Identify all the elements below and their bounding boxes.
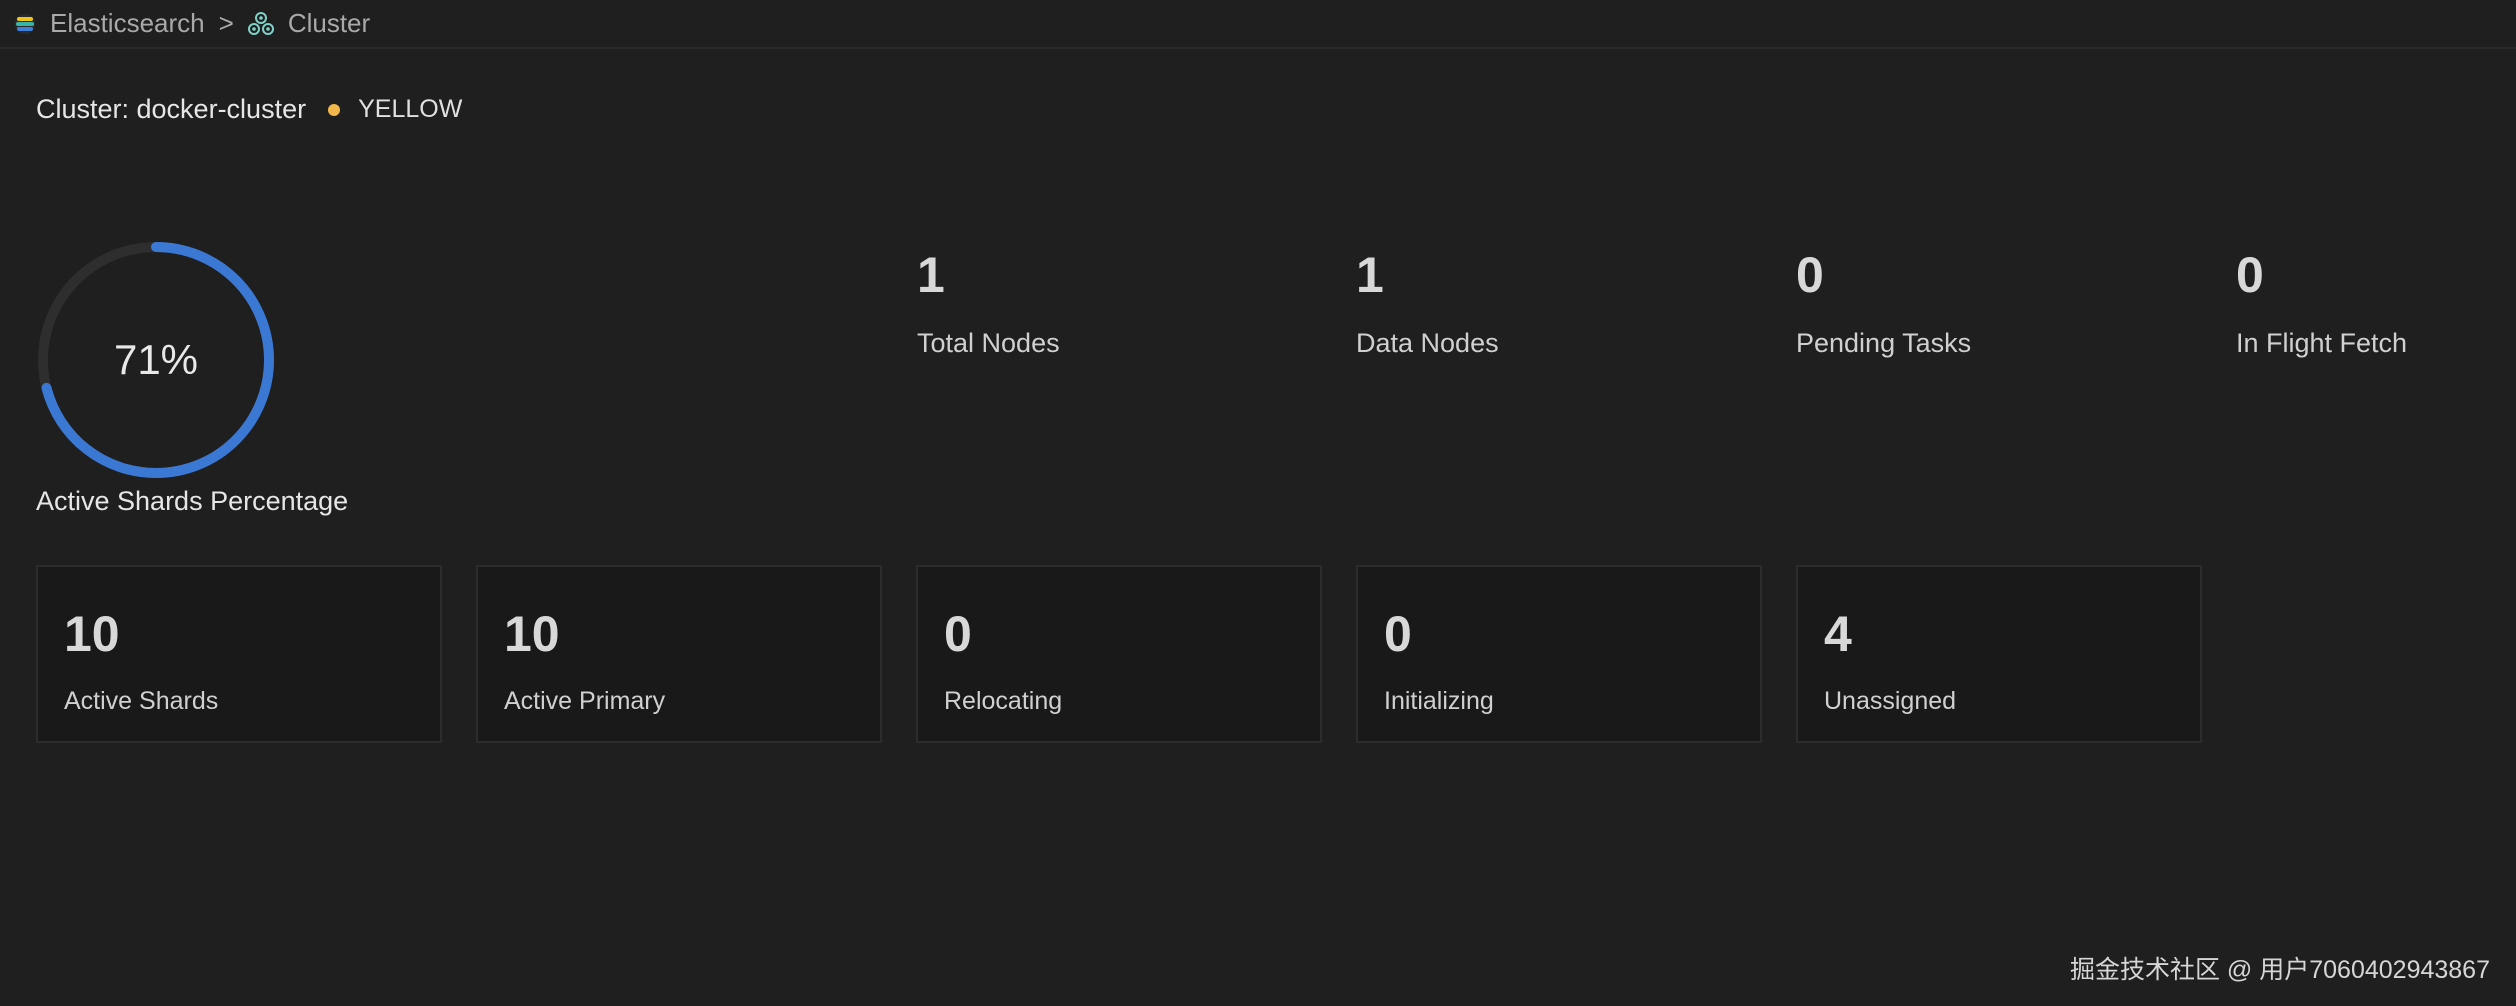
card-label: Unassigned: [1824, 687, 1957, 715]
gauge-label: Active Shards Percentage: [36, 486, 349, 516]
cluster-icon: [247, 11, 274, 35]
breadcrumb-separator: >: [218, 8, 234, 38]
stat-in-flight-fetch: 0 In Flight Fetch: [2236, 250, 2407, 359]
active-shards-gauge: 71%: [36, 240, 276, 480]
stat-pending-tasks: 0 Pending Tasks: [1796, 250, 1971, 359]
card-label: Relocating: [944, 687, 1063, 715]
stat-value: 1: [1356, 247, 1384, 303]
stat-data-nodes: 1 Data Nodes: [1356, 250, 1499, 359]
card-relocating: 0 Relocating: [916, 565, 1322, 743]
stat-value: 1: [917, 247, 945, 303]
stat-label: Data Nodes: [1356, 328, 1499, 358]
stat-label: Total Nodes: [917, 328, 1060, 358]
breadcrumb: Elasticsearch > Cluster: [0, 0, 2516, 49]
card-value: 0: [1384, 606, 1412, 662]
breadcrumb-label-elasticsearch: Elasticsearch: [50, 8, 205, 38]
gauge-value: 71%: [113, 336, 199, 383]
stat-value: 0: [1796, 247, 1824, 303]
card-label: Active Shards: [64, 687, 219, 715]
cluster-title: Cluster: docker-cluster: [36, 94, 307, 124]
stat-value: 0: [2236, 247, 2264, 303]
card-active-primary: 10 Active Primary: [476, 565, 882, 743]
breadcrumb-label-cluster: Cluster: [287, 8, 371, 38]
stat-label: Pending Tasks: [1796, 328, 1972, 358]
stat-label: In Flight Fetch: [2236, 328, 2408, 358]
card-value: 0: [944, 606, 972, 662]
stat-total-nodes: 1 Total Nodes: [917, 250, 1060, 359]
card-label: Initializing: [1384, 687, 1494, 715]
breadcrumb-item-cluster[interactable]: Cluster: [247, 8, 371, 39]
watermark: 掘金技术社区 @ 用户7060402943867: [2069, 956, 2490, 984]
card-label: Active Primary: [504, 687, 666, 715]
breadcrumb-item-elasticsearch[interactable]: Elasticsearch: [14, 8, 205, 39]
card-value: 10: [64, 606, 120, 662]
card-initializing: 0 Initializing: [1356, 565, 1762, 743]
card-active-shards: 10 Active Shards: [36, 565, 442, 743]
status-dot-icon: [328, 103, 341, 116]
elasticsearch-icon: [15, 13, 35, 34]
card-value: 4: [1824, 606, 1852, 662]
cluster-header: Cluster: docker-cluster YELLOW: [36, 94, 462, 125]
card-value: 10: [504, 606, 560, 662]
card-unassigned: 4 Unassigned: [1796, 565, 2202, 743]
cluster-status: YELLOW: [358, 95, 463, 123]
